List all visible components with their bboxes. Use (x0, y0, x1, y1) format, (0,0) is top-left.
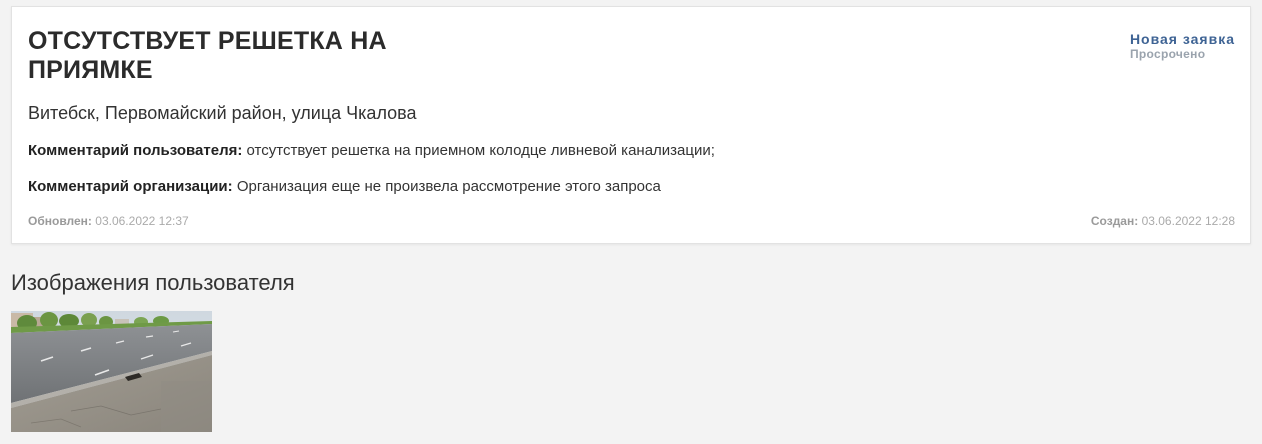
request-title: Отсутствует решетка на приямке (28, 27, 387, 84)
user-image-thumbnail[interactable] (11, 311, 212, 432)
user-comment: Комментарий пользователя: отсутствует ре… (28, 142, 715, 159)
user-comment-label: Комментарий пользователя: (28, 142, 243, 159)
org-comment-text: Организация еще не произвела рассмотрени… (236, 178, 661, 195)
request-card: Отсутствует решетка на приямке Новая зая… (11, 6, 1251, 244)
status-block: Новая заявка Просрочено (1130, 31, 1235, 61)
created-label: Создан: (1090, 214, 1139, 228)
user-comment-text: отсутствует решетка на приемном колодце … (246, 142, 715, 159)
org-comment: Комментарий организации: Организация еще… (28, 178, 661, 195)
updated-value: 03.06.2022 12:37 (95, 214, 189, 228)
overdue-label: Просрочено (1129, 47, 1206, 61)
request-address: Витебск, Первомайский район, улица Чкало… (28, 103, 417, 123)
user-images-title: Изображения пользователя (11, 270, 295, 295)
updated-label: Обновлен: (28, 214, 92, 228)
org-comment-label: Комментарий организации: (28, 178, 233, 195)
created-value: 03.06.2022 12:28 (1141, 214, 1235, 228)
updated-timestamp: Обновлен: 03.06.2022 12:37 (28, 214, 189, 228)
status-label: Новая заявка (1129, 31, 1235, 47)
created-timestamp: Создан: 03.06.2022 12:28 (1091, 214, 1235, 228)
